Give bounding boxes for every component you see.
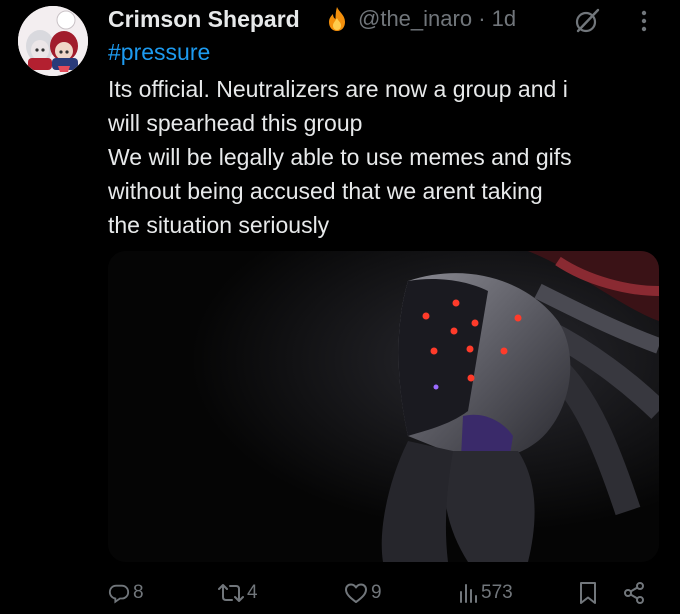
post-text-line: the situation seriously xyxy=(108,212,330,238)
robot-helmet-image xyxy=(108,251,659,562)
views-button[interactable]: 573 xyxy=(458,578,513,608)
repost-count: 4 xyxy=(247,582,258,603)
hashtag-link[interactable]: #pressure xyxy=(108,38,210,66)
post-time[interactable]: 1d xyxy=(492,6,516,31)
bookmark-button[interactable] xyxy=(578,578,598,608)
share-button[interactable] xyxy=(622,578,646,608)
avatar-image xyxy=(18,6,88,76)
time-separator: · xyxy=(478,6,486,31)
views-count: 573 xyxy=(481,582,513,603)
flame-icon xyxy=(326,6,348,32)
bookmark-icon xyxy=(578,581,598,605)
post-media-image[interactable] xyxy=(108,251,659,562)
post-text-line: without being accused that we arent taki… xyxy=(108,178,543,204)
reply-icon xyxy=(108,582,130,604)
repost-button[interactable]: 4 xyxy=(218,578,258,608)
grok-icon[interactable] xyxy=(574,8,600,34)
share-icon xyxy=(622,581,646,605)
author-handle-and-time[interactable]: @the_inaro · 1d xyxy=(358,6,516,32)
post-action-bar: 8 4 9 573 xyxy=(108,578,653,608)
like-button[interactable]: 9 xyxy=(344,578,382,608)
post-text-line: Its official. Neutralizers are now a gro… xyxy=(108,76,568,102)
like-count: 9 xyxy=(371,582,382,603)
repost-icon xyxy=(218,582,244,604)
post-text-line: We will be legally able to use memes and… xyxy=(108,144,572,170)
views-icon xyxy=(458,582,478,604)
heart-icon xyxy=(344,582,368,604)
post-text-line: will spearhead this group xyxy=(108,110,363,136)
reply-button[interactable]: 8 xyxy=(108,578,144,608)
author-handle[interactable]: @the_inaro xyxy=(358,6,472,31)
post-header: Crimson Shepard @the_inaro · 1d xyxy=(108,6,660,36)
author-name[interactable]: Crimson Shepard xyxy=(108,6,300,32)
avatar[interactable] xyxy=(18,6,88,76)
post-text: Its official. Neutralizers are now a gro… xyxy=(108,72,653,242)
more-vertical-icon[interactable] xyxy=(638,8,650,34)
reply-count: 8 xyxy=(133,582,144,603)
